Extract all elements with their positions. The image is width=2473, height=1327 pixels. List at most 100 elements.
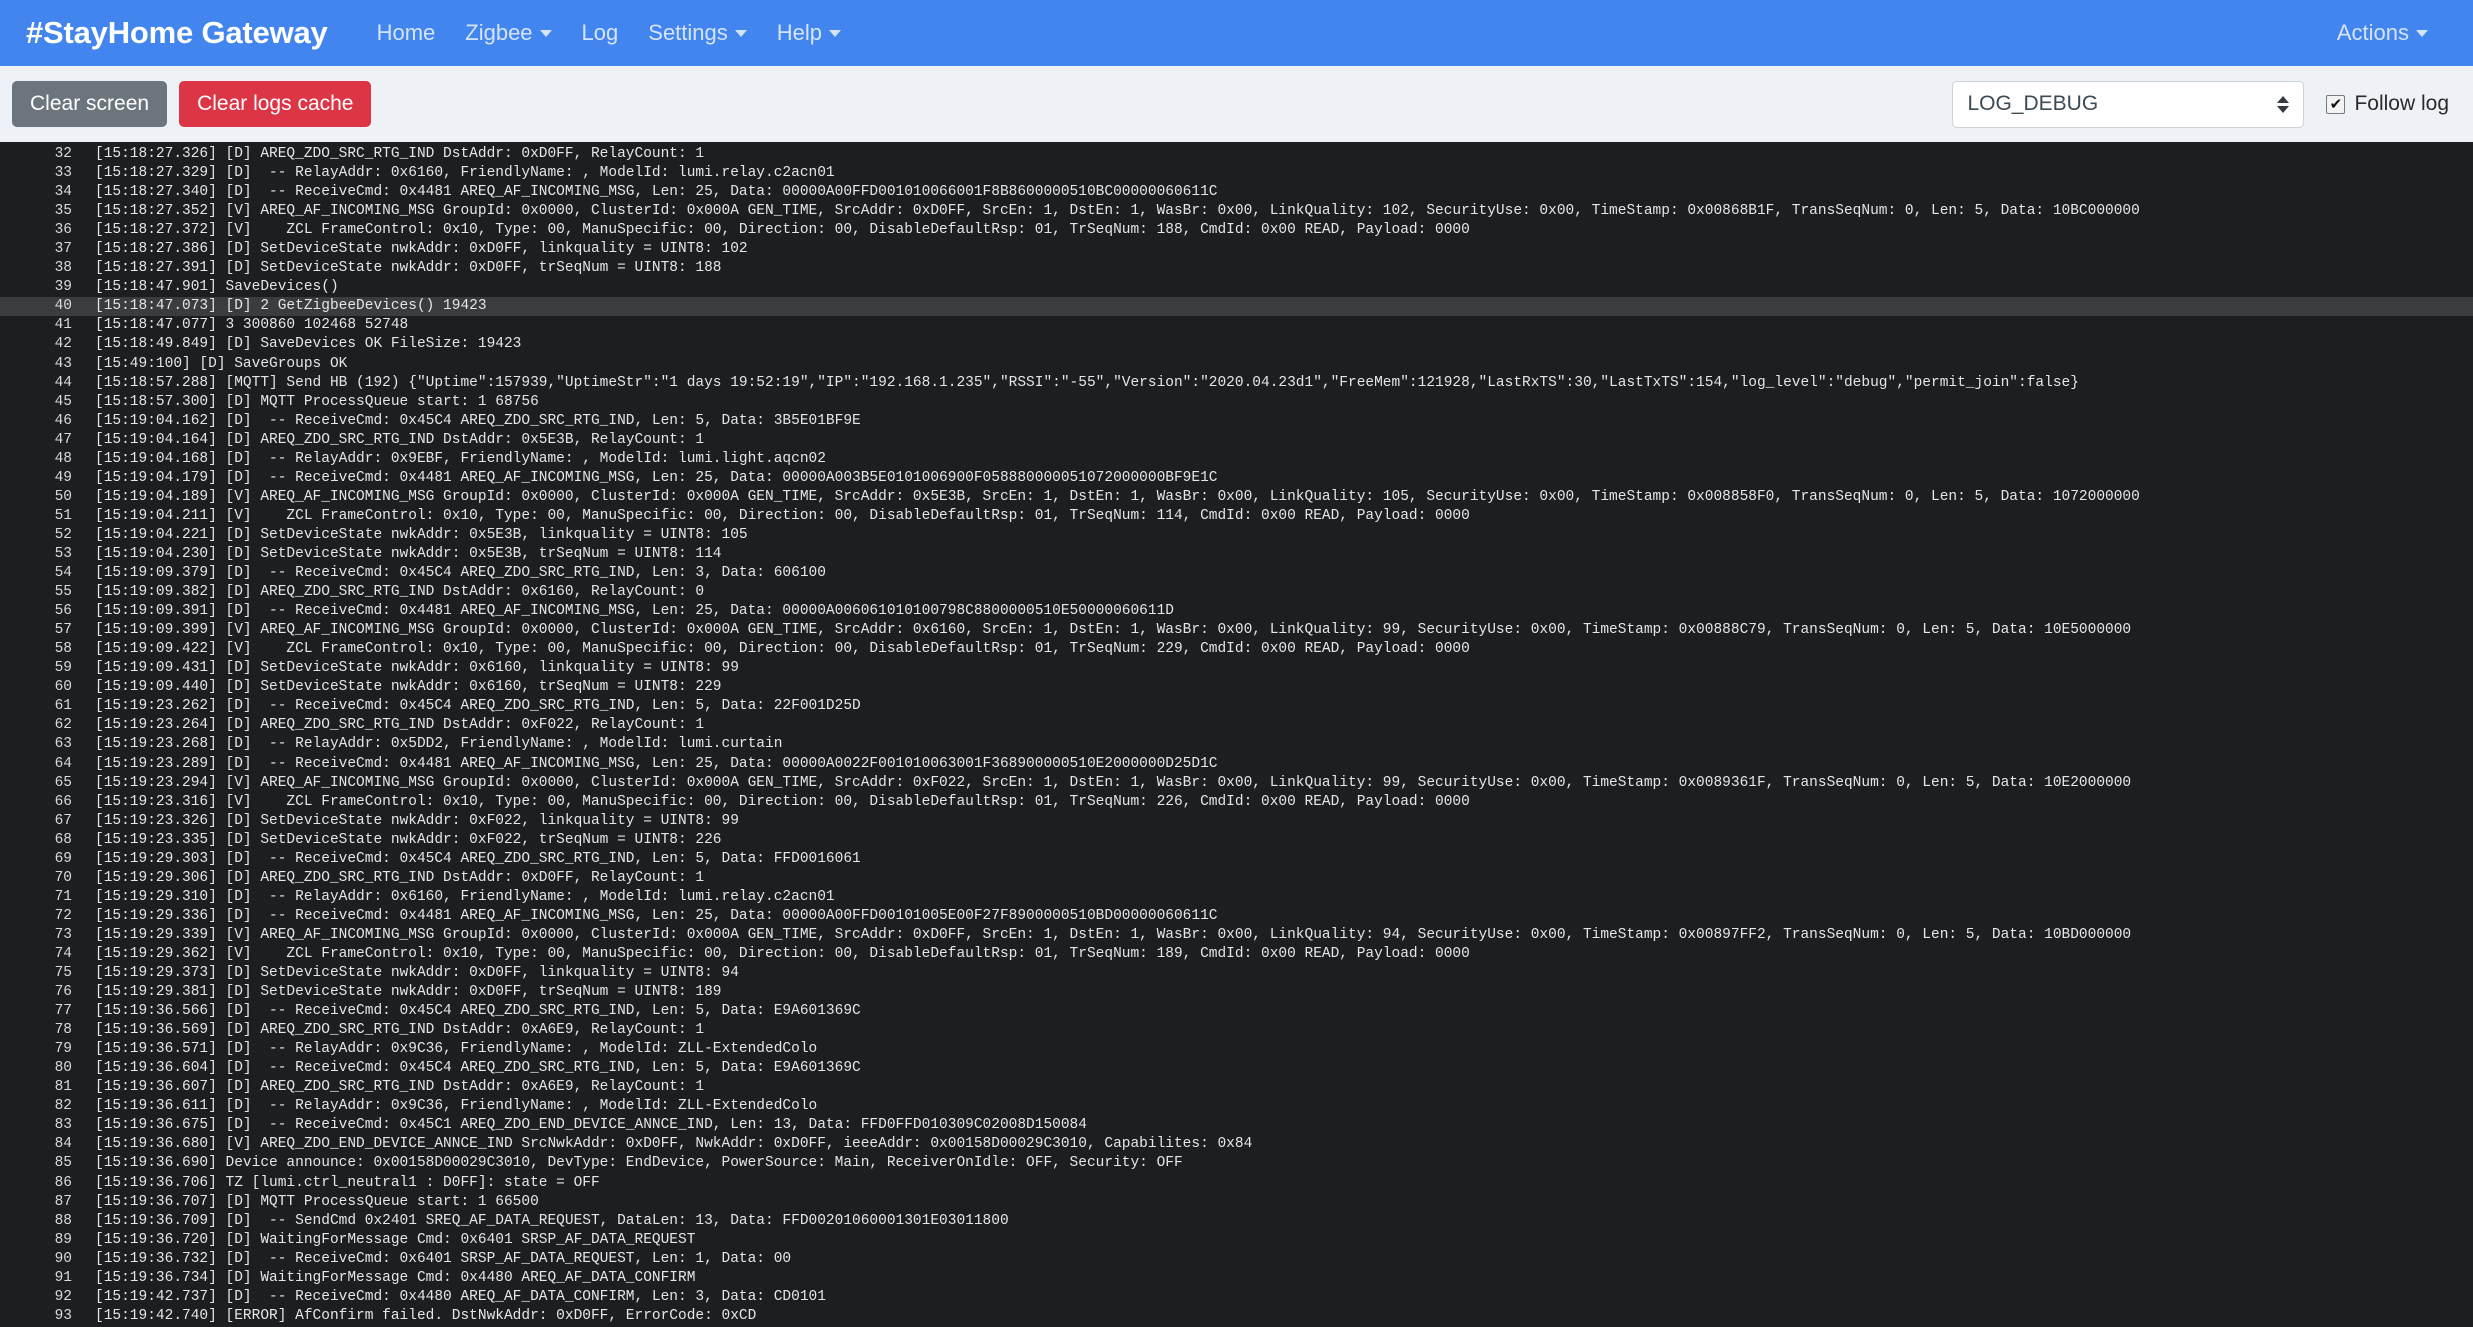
log-line[interactable]: 81 [15:19:36.607] [D] AREQ_ZDO_SRC_RTG_IN…: [0, 1078, 2473, 1097]
clear-screen-button[interactable]: Clear screen: [12, 80, 168, 128]
log-line[interactable]: 60 [15:19:09.440] [D] SetDeviceState nwkA…: [0, 678, 2473, 697]
log-line[interactable]: 73 [15:19:29.339] [V] AREQ_AF_INCOMING_MS…: [0, 926, 2473, 945]
log-line-number: 59: [54, 660, 72, 677]
log-line[interactable]: 42 [15:18:49.849] [D] SaveDevices OK File…: [0, 335, 2473, 354]
log-line[interactable]: 93 [15:19:42.740] [ERROR] AfConfirm faile…: [0, 1307, 2473, 1326]
log-line[interactable]: 40 [15:18:47.073] [D] 2 GetZigbeeDevices(…: [0, 297, 2473, 317]
log-line[interactable]: 86 [15:19:36.706] TZ [lumi.ctrl_neutral1 …: [0, 1174, 2473, 1193]
log-line[interactable]: 43 [15:49:100] [D] SaveGroups OK: [0, 355, 2473, 374]
log-line-number: 79: [54, 1041, 72, 1058]
nav-item-label: Help: [776, 20, 823, 45]
log-line[interactable]: 80 [15:19:36.604] [D] -- ReceiveCmd: 0x45…: [0, 1059, 2473, 1078]
log-line[interactable]: 77 [15:19:36.566] [D] -- ReceiveCmd: 0x45…: [0, 1002, 2473, 1021]
log-line-text: [15:19:36.732] [D] -- ReceiveCmd: 0x6401…: [95, 1250, 792, 1267]
log-line-text: [15:19:36.566] [D] -- ReceiveCmd: 0x45C4…: [95, 1003, 861, 1020]
log-line[interactable]: 66 [15:19:23.316] [V] ZCL FrameControl: 0…: [0, 793, 2473, 812]
log-line[interactable]: 75 [15:19:29.373] [D] SetDeviceState nwkA…: [0, 964, 2473, 983]
log-line[interactable]: 44 [15:18:57.288] [MQTT] Send HB (192) {"…: [0, 374, 2473, 393]
log-line-text: [15:19:36.675] [D] -- ReceiveCmd: 0x45C1…: [95, 1117, 1087, 1134]
log-line[interactable]: 49 [15:19:04.179] [D] -- ReceiveCmd: 0x44…: [0, 469, 2473, 488]
log-line-text: [15:18:57.300] [D] MQTT ProcessQueue sta…: [95, 393, 539, 410]
log-line[interactable]: 47 [15:19:04.164] [D] AREQ_ZDO_SRC_RTG_IN…: [0, 431, 2473, 450]
follow-log-checkbox[interactable]: ✔: [2326, 94, 2346, 114]
log-line[interactable]: 76 [15:19:29.381] [D] SetDeviceState nwkA…: [0, 983, 2473, 1002]
log-line[interactable]: 54 [15:19:09.379] [D] -- ReceiveCmd: 0x45…: [0, 564, 2473, 583]
log-line[interactable]: 50 [15:19:04.189] [V] AREQ_AF_INCOMING_MS…: [0, 488, 2473, 507]
log-line[interactable]: 84 [15:19:36.680] [V] AREQ_ZDO_END_DEVICE…: [0, 1135, 2473, 1154]
log-line[interactable]: 71 [15:19:29.310] [D] -- RelayAddr: 0x616…: [0, 888, 2473, 907]
log-line[interactable]: 36 [15:18:27.372] [V] ZCL FrameControl: 0…: [0, 221, 2473, 240]
log-level-select[interactable]: LOG_DEBUG: [1952, 80, 2305, 128]
log-line[interactable]: 37 [15:18:27.386] [D] SetDeviceState nwkA…: [0, 240, 2473, 259]
log-line[interactable]: 91 [15:19:36.734] [D] WaitingForMessage C…: [0, 1269, 2473, 1288]
log-line[interactable]: 88 [15:19:36.709] [D] -- SendCmd 0x2401 S…: [0, 1212, 2473, 1231]
log-line[interactable]: 34 [15:18:27.340] [D] -- ReceiveCmd: 0x44…: [0, 183, 2473, 202]
log-line[interactable]: 58 [15:19:09.422] [V] ZCL FrameControl: 0…: [0, 640, 2473, 659]
log-line-number: 36: [54, 222, 72, 239]
log-line[interactable]: 45 [15:18:57.300] [D] MQTT ProcessQueue s…: [0, 393, 2473, 412]
log-line[interactable]: 83 [15:19:36.675] [D] -- ReceiveCmd: 0x45…: [0, 1116, 2473, 1135]
log-line[interactable]: 85 [15:19:36.690] Device announce: 0x0015…: [0, 1154, 2473, 1173]
log-line[interactable]: 64 [15:19:23.289] [D] -- ReceiveCmd: 0x44…: [0, 755, 2473, 774]
follow-log-toggle[interactable]: ✔ Follow log: [2326, 92, 2449, 116]
log-line-text: [15:18:49.849] [D] SaveDevices OK FileSi…: [95, 336, 522, 353]
log-line-number: 37: [54, 241, 72, 258]
log-line[interactable]: 70 [15:19:29.306] [D] AREQ_ZDO_SRC_RTG_IN…: [0, 869, 2473, 888]
log-line[interactable]: 35 [15:18:27.352] [V] AREQ_AF_INCOMING_MS…: [0, 202, 2473, 221]
log-line[interactable]: 52 [15:19:04.221] [D] SetDeviceState nwkA…: [0, 526, 2473, 545]
nav-item-settings[interactable]: Settings: [633, 12, 762, 54]
log-line-text: [15:19:09.391] [D] -- ReceiveCmd: 0x4481…: [95, 603, 1174, 620]
log-line[interactable]: 65 [15:19:23.294] [V] AREQ_AF_INCOMING_MS…: [0, 774, 2473, 793]
log-line-text: [15:18:27.329] [D] -- RelayAddr: 0x6160,…: [95, 165, 835, 182]
chevron-down-icon: [539, 29, 552, 37]
log-line-text: [15:18:47.077] 3 300860 102468 52748: [95, 317, 409, 334]
log-line[interactable]: 38 [15:18:27.391] [D] SetDeviceState nwkA…: [0, 259, 2473, 278]
log-line[interactable]: 72 [15:19:29.336] [D] -- ReceiveCmd: 0x44…: [0, 907, 2473, 926]
log-line-text: [15:19:29.310] [D] -- RelayAddr: 0x6160,…: [95, 888, 835, 905]
nav-item-actions[interactable]: Actions: [2322, 12, 2443, 54]
log-line[interactable]: 63 [15:19:23.268] [D] -- RelayAddr: 0x5DD…: [0, 735, 2473, 754]
log-line-number: 77: [54, 1003, 72, 1020]
log-line[interactable]: 68 [15:19:23.335] [D] SetDeviceState nwkA…: [0, 831, 2473, 850]
log-line-number: 84: [54, 1136, 72, 1153]
log-line[interactable]: 82 [15:19:36.611] [D] -- RelayAddr: 0x9C3…: [0, 1097, 2473, 1116]
nav-item-log[interactable]: Log: [567, 12, 634, 54]
log-line-text: [15:19:09.431] [D] SetDeviceState nwkAdd…: [95, 660, 739, 677]
log-line[interactable]: 92 [15:19:42.737] [D] -- ReceiveCmd: 0x44…: [0, 1288, 2473, 1307]
log-line[interactable]: 87 [15:19:36.707] [D] MQTT ProcessQueue s…: [0, 1193, 2473, 1212]
nav-item-home[interactable]: Home: [362, 12, 451, 54]
nav-item-help[interactable]: Help: [762, 12, 856, 54]
log-line-number: 83: [54, 1117, 72, 1134]
log-line-text: [15:19:04.168] [D] -- RelayAddr: 0x9EBF,…: [95, 450, 826, 467]
log-line[interactable]: 79 [15:19:36.571] [D] -- RelayAddr: 0x9C3…: [0, 1040, 2473, 1059]
brand-title[interactable]: #StayHome Gateway: [26, 15, 328, 51]
log-line[interactable]: 90 [15:19:36.732] [D] -- ReceiveCmd: 0x64…: [0, 1250, 2473, 1269]
log-line[interactable]: 46 [15:19:04.162] [D] -- ReceiveCmd: 0x45…: [0, 412, 2473, 431]
log-line[interactable]: 39 [15:18:47.901] SaveDevices(): [0, 278, 2473, 297]
clear-logs-cache-button[interactable]: Clear logs cache: [179, 80, 372, 128]
log-line[interactable]: 56 [15:19:09.391] [D] -- ReceiveCmd: 0x44…: [0, 602, 2473, 621]
log-line[interactable]: 89 [15:19:36.720] [D] WaitingForMessage C…: [0, 1231, 2473, 1250]
log-line[interactable]: 61 [15:19:23.262] [D] -- ReceiveCmd: 0x45…: [0, 697, 2473, 716]
chevron-down-icon: [2416, 29, 2428, 37]
log-output-pane[interactable]: 32 [15:18:27.326] [D] AREQ_ZDO_SRC_RTG_IN…: [0, 142, 2473, 1327]
log-line[interactable]: 74 [15:19:29.362] [V] ZCL FrameControl: 0…: [0, 945, 2473, 964]
log-line[interactable]: 62 [15:19:23.264] [D] AREQ_ZDO_SRC_RTG_IN…: [0, 716, 2473, 735]
log-line[interactable]: 41 [15:18:47.077] 3 300860 102468 52748: [0, 316, 2473, 335]
log-line-number: 33: [54, 165, 72, 182]
log-line-number: 38: [54, 260, 72, 277]
log-line[interactable]: 69 [15:19:29.303] [D] -- ReceiveCmd: 0x45…: [0, 850, 2473, 869]
log-line[interactable]: 78 [15:19:36.569] [D] AREQ_ZDO_SRC_RTG_IN…: [0, 1021, 2473, 1040]
chevron-down-icon: [829, 29, 842, 37]
nav-item-zigbee[interactable]: Zigbee: [450, 12, 566, 54]
log-line[interactable]: 32 [15:18:27.326] [D] AREQ_ZDO_SRC_RTG_IN…: [0, 145, 2473, 164]
log-line[interactable]: 55 [15:19:09.382] [D] AREQ_ZDO_SRC_RTG_IN…: [0, 583, 2473, 602]
log-line[interactable]: 53 [15:19:04.230] [D] SetDeviceState nwkA…: [0, 545, 2473, 564]
log-line[interactable]: 59 [15:19:09.431] [D] SetDeviceState nwkA…: [0, 659, 2473, 678]
log-line[interactable]: 67 [15:19:23.326] [D] SetDeviceState nwkA…: [0, 812, 2473, 831]
log-line[interactable]: 33 [15:18:27.329] [D] -- RelayAddr: 0x616…: [0, 164, 2473, 183]
log-line[interactable]: 51 [15:19:04.211] [V] ZCL FrameControl: 0…: [0, 507, 2473, 526]
log-line[interactable]: 57 [15:19:09.399] [V] AREQ_AF_INCOMING_MS…: [0, 621, 2473, 640]
log-line-text: [15:19:29.373] [D] SetDeviceState nwkAdd…: [95, 965, 739, 982]
log-line[interactable]: 48 [15:19:04.168] [D] -- RelayAddr: 0x9EB…: [0, 450, 2473, 469]
